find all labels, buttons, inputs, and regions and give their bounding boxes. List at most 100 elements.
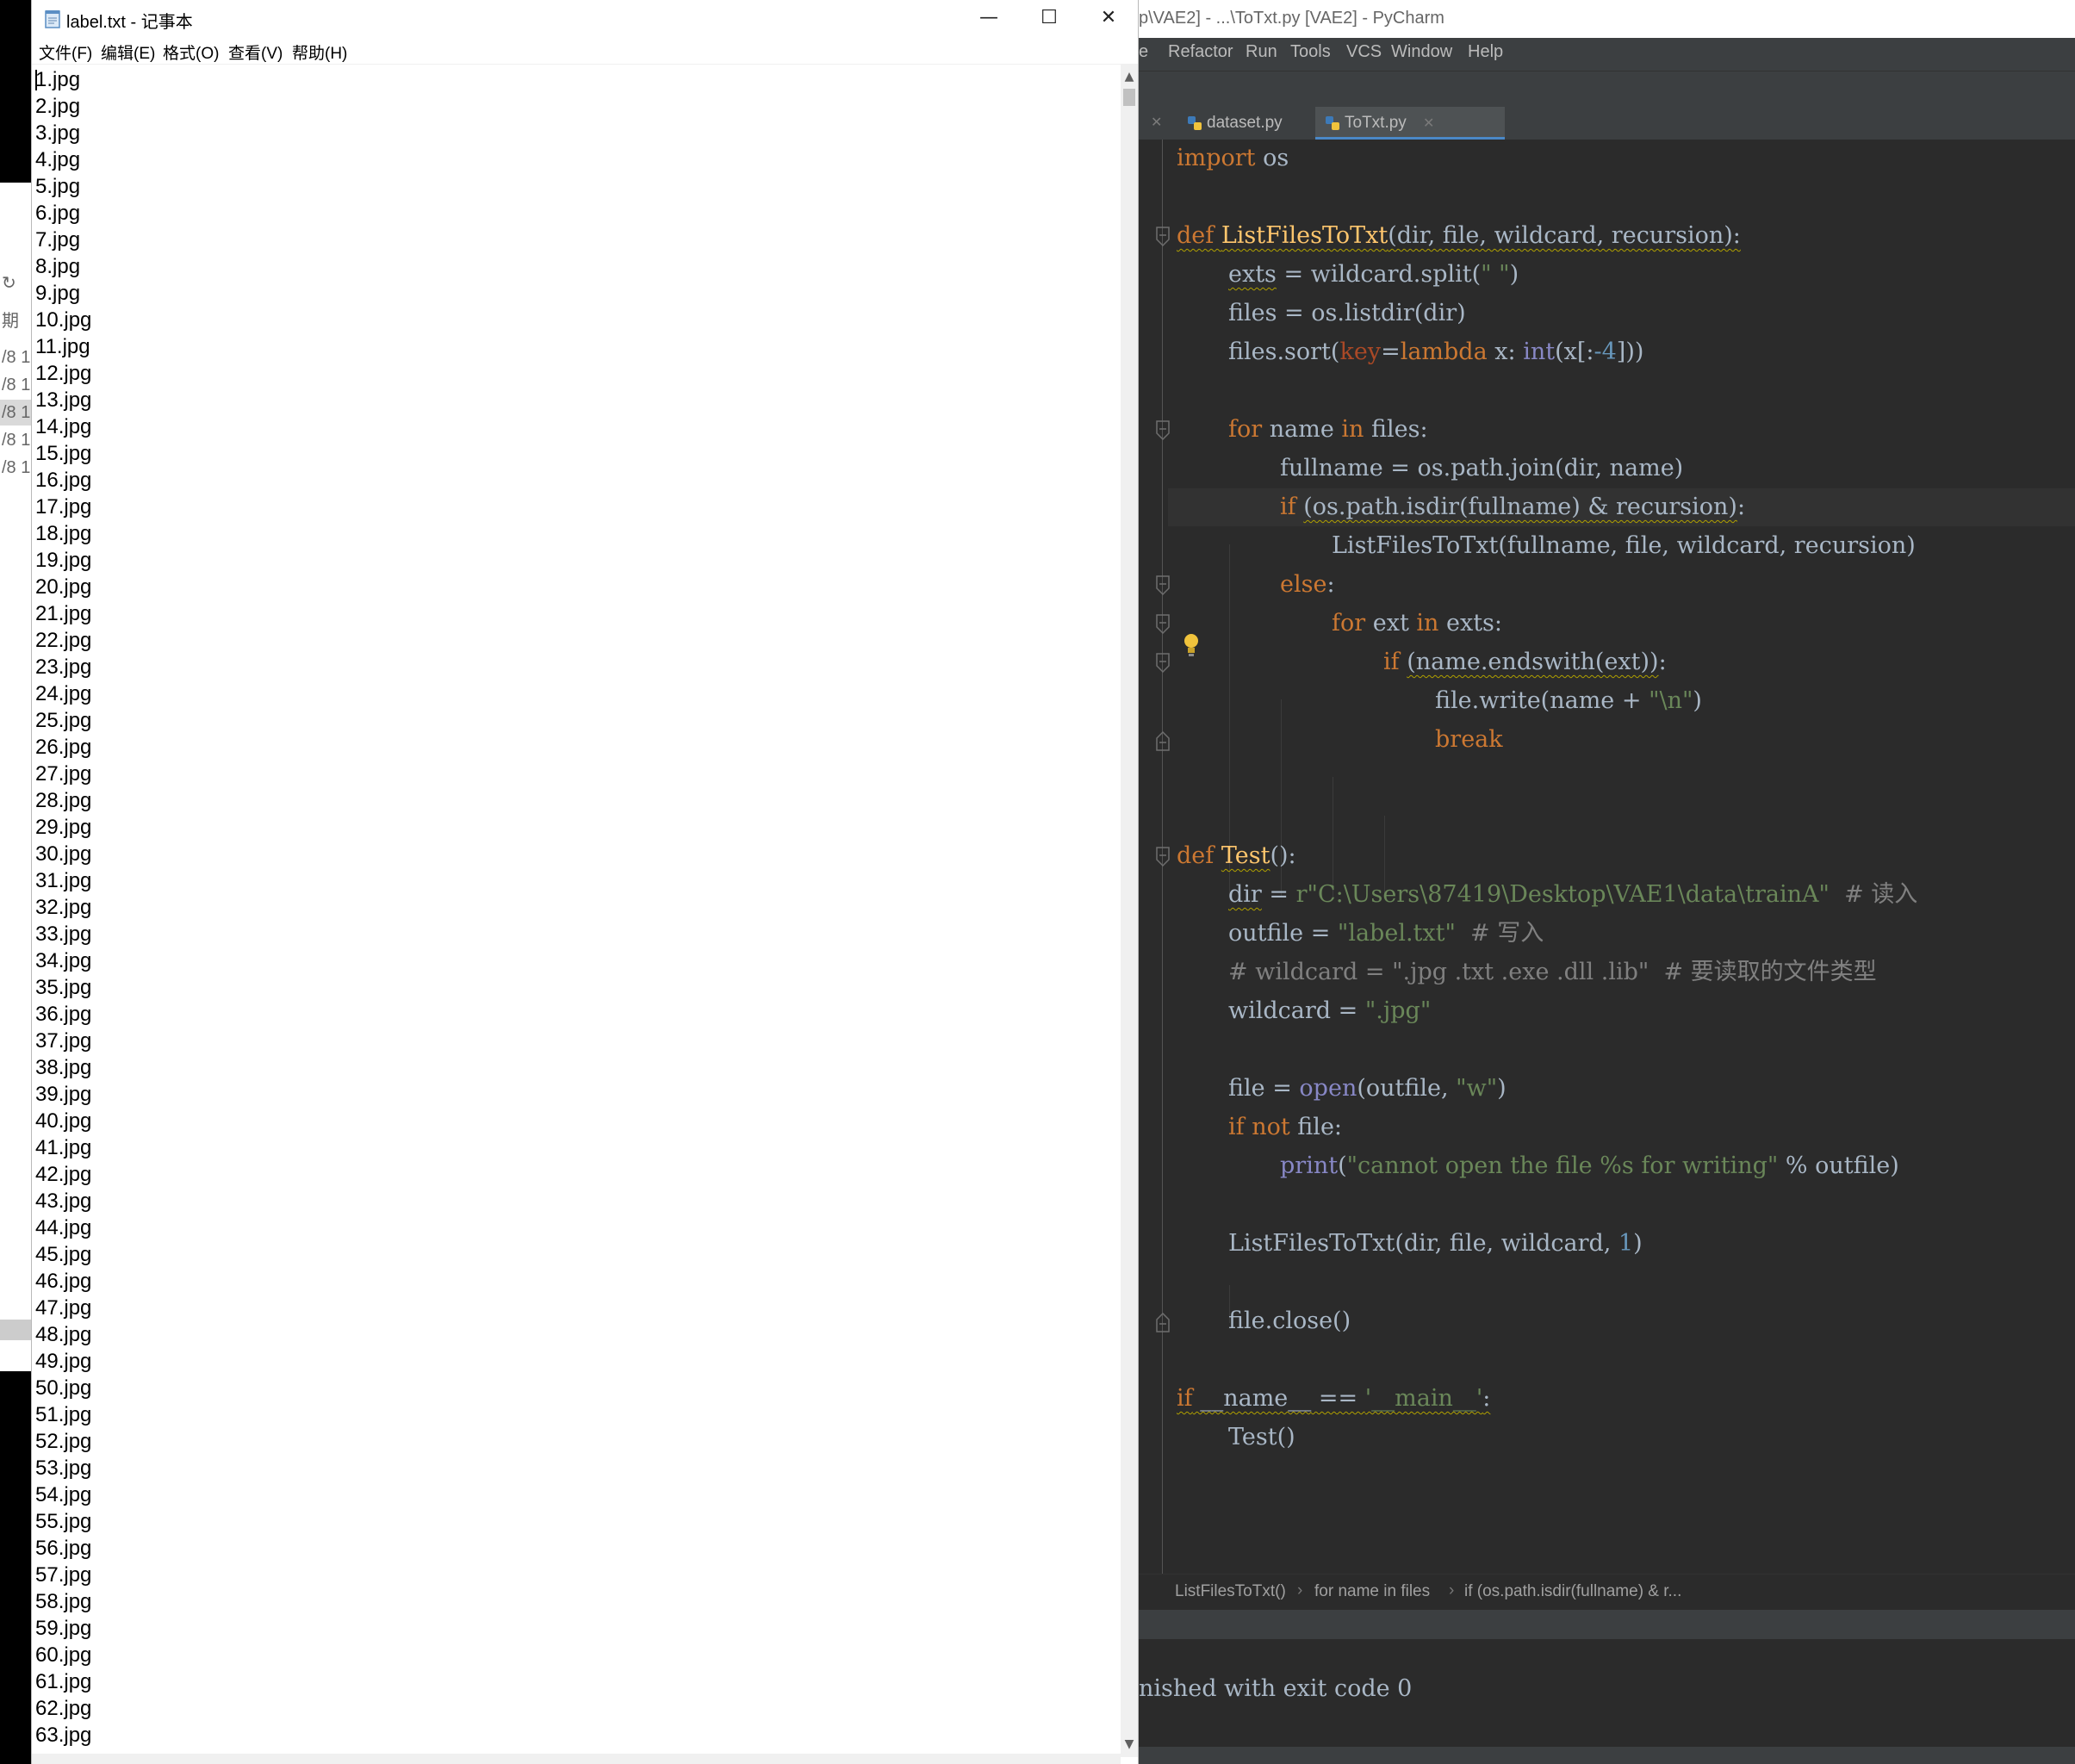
text-line: 2.jpg (35, 95, 81, 118)
text-line: 51.jpg (35, 1403, 92, 1426)
text-line: 63.jpg (35, 1724, 92, 1747)
explorer-date-cell: /8 1 (2, 348, 31, 367)
text-line: 46.jpg (35, 1270, 92, 1293)
breadcrumb-item[interactable]: for name in files (1314, 1582, 1430, 1601)
text-line: 1.jpg (35, 68, 81, 91)
menu-item-refactor[interactable]: Refactor (1168, 42, 1233, 62)
text-line: 58.jpg (35, 1590, 92, 1613)
fold-marker-icon[interactable] (1154, 419, 1171, 442)
menu-item-format[interactable]: 格式(O) (163, 40, 219, 64)
python-file-icon (1188, 116, 1202, 130)
notepad-titlebar: label.txt - 记事本 — ☐ ✕ (32, 0, 1138, 38)
explorer-date-cell: /8 1 (2, 458, 31, 477)
text-line: 17.jpg (35, 495, 92, 519)
menu-item-file-fragment[interactable]: e (1139, 42, 1148, 62)
text-line: 44.jpg (35, 1216, 92, 1239)
text-line: 52.jpg (35, 1430, 92, 1453)
text-line: 27.jpg (35, 762, 92, 786)
explorer-refresh-icon[interactable]: ↻ (0, 269, 34, 295)
scrollbar-thumb[interactable] (1123, 89, 1135, 106)
text-line: 25.jpg (35, 709, 92, 732)
text-line: 38.jpg (35, 1056, 92, 1079)
notepad-text-area[interactable]: 1.jpg 2.jpg 3.jpg 4.jpg 5.jpg 6.jpg 7.jpg 8.jpg… (32, 65, 1121, 1753)
text-line: 40.jpg (35, 1109, 92, 1133)
text-line: 26.jpg (35, 736, 92, 759)
text-line: 57.jpg (35, 1563, 92, 1587)
text-line: 19.jpg (35, 549, 92, 572)
code-line: import os (1177, 145, 1289, 171)
fold-marker-icon[interactable] (1154, 575, 1171, 597)
menu-item-file[interactable]: 文件(F) (39, 40, 92, 64)
menu-item-help[interactable]: 帮助(H) (292, 40, 347, 64)
explorer-date-cell: /8 1 (2, 431, 31, 450)
run-tool-window-header (1139, 1610, 2075, 1639)
code-line: ListFilesToTxt(fullname, file, wildcard,… (1332, 532, 1916, 559)
text-line: 49.jpg (35, 1350, 92, 1373)
text-line: 39.jpg (35, 1083, 92, 1106)
horizontal-scrollbar[interactable] (32, 1754, 1121, 1764)
menu-item-vcs[interactable]: VCS (1346, 42, 1382, 62)
fold-end-icon[interactable] (1154, 1311, 1171, 1333)
breadcrumb-item[interactable]: ListFilesToTxt() (1175, 1582, 1286, 1601)
partial-tab-close-icon[interactable]: ✕ (1151, 114, 1162, 130)
text-line: 60.jpg (35, 1643, 92, 1667)
text-line: 37.jpg (35, 1029, 92, 1053)
notepad-title: label.txt - 记事本 (66, 13, 193, 32)
vertical-scrollbar[interactable]: ▲ ▼ (1121, 65, 1138, 1757)
text-line: 3.jpg (35, 121, 81, 145)
fold-end-icon[interactable] (1154, 730, 1171, 752)
code-line: wildcard = ".jpg" (1228, 997, 1432, 1024)
tab-close-icon[interactable]: ✕ (1423, 115, 1434, 132)
menu-item-view[interactable]: 查看(V) (228, 40, 283, 64)
pycharm-window: p\VAE2] - ...\ToTxt.py [VAE2] - PyCharm … (1139, 0, 2075, 1764)
pycharm-menubar: e Refactor Run Tools VCS Window Help (1139, 38, 2075, 71)
breadcrumb-item[interactable]: if (os.path.isdir(fullname) & r... (1464, 1582, 1681, 1601)
code-line: for name in files: (1228, 416, 1428, 443)
menu-item-help[interactable]: Help (1468, 42, 1503, 62)
text-line: 62.jpg (35, 1697, 92, 1720)
text-line: 36.jpg (35, 1003, 92, 1026)
text-line: 55.jpg (35, 1510, 92, 1533)
tab-label: ToTxt.py (1345, 114, 1407, 132)
text-line: 8.jpg (35, 255, 81, 278)
menu-item-run[interactable]: Run (1246, 42, 1277, 62)
fold-marker-icon[interactable] (1154, 846, 1171, 868)
menu-item-tools[interactable]: Tools (1290, 42, 1331, 62)
fold-marker-icon[interactable] (1154, 652, 1171, 674)
code-line-current: if (os.path.isdir(fullname) & recursion)… (1168, 488, 2075, 526)
text-line: 12.jpg (35, 362, 92, 385)
code-line: # wildcard = ".jpg .txt .exe .dll .lib" … (1228, 959, 1877, 985)
code-line: if (name.endswith(ext)): (1383, 649, 1667, 675)
scroll-down-icon[interactable]: ▼ (1121, 1736, 1138, 1753)
run-console[interactable]: nished with exit code 0 (1139, 1639, 2075, 1760)
text-line: 18.jpg (35, 522, 92, 545)
text-line: 54.jpg (35, 1483, 92, 1506)
breadcrumb-separator-icon: › (1449, 1581, 1455, 1599)
menu-item-window[interactable]: Window (1391, 42, 1452, 62)
code-line: else: (1280, 571, 1335, 598)
scroll-up-icon[interactable]: ▲ (1121, 68, 1138, 85)
lightbulb-icon[interactable] (1182, 632, 1201, 658)
text-line: 61.jpg (35, 1670, 92, 1693)
code-line: file = open(outfile, "w") (1228, 1075, 1507, 1102)
code-line: files = os.listdir(dir) (1228, 300, 1466, 326)
notepad-menubar: 文件(F) 编辑(E) 格式(O) 查看(V) 帮助(H) (32, 38, 1138, 65)
text-line: 14.jpg (35, 415, 92, 438)
fold-marker-icon[interactable] (1154, 613, 1171, 636)
code-line: if __name__ == '__main__': (1177, 1385, 1491, 1412)
text-line: 47.jpg (35, 1296, 92, 1320)
code-line: dir = r"C:\Users\87419\Desktop\VAE1\data… (1228, 881, 1918, 908)
menu-item-edit[interactable]: 编辑(E) (101, 40, 155, 64)
code-line: def Test(): (1177, 842, 1296, 869)
code-editor[interactable]: import os def ListFilesToTxt(dir, file, … (1139, 140, 2075, 1574)
close-button[interactable]: ✕ (1078, 0, 1139, 38)
text-line: 20.jpg (35, 575, 92, 599)
fold-marker-icon[interactable] (1154, 226, 1171, 248)
minimize-button[interactable]: — (959, 0, 1019, 38)
text-line: 30.jpg (35, 842, 92, 866)
code-line: print("cannot open the file %s for writi… (1280, 1152, 1899, 1179)
maximize-button[interactable]: ☐ (1019, 0, 1079, 38)
tab-totxt-py[interactable]: ToTxt.py ✕ (1315, 107, 1505, 140)
code-line: for ext in exts: (1332, 610, 1503, 637)
text-line: 11.jpg (35, 335, 90, 358)
